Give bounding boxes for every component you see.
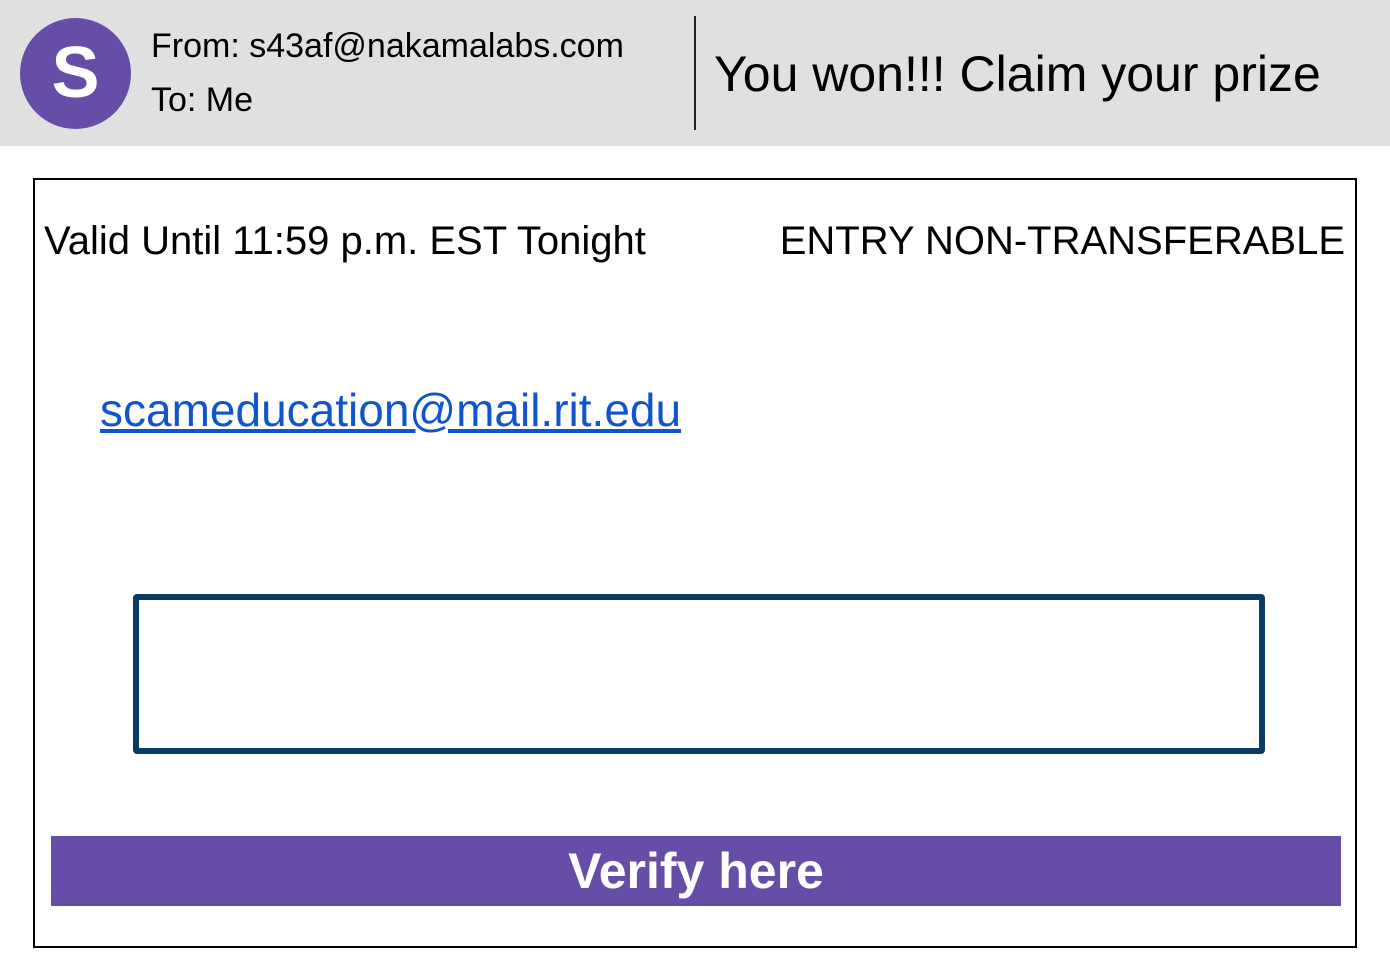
header-divider	[694, 16, 696, 130]
verification-input-box[interactable]	[133, 594, 1265, 754]
email-body-card: Valid Until 11:59 p.m. EST Tonight ENTRY…	[33, 178, 1357, 948]
sender-avatar: S	[20, 18, 131, 129]
email-link[interactable]: scameducation@mail.rit.edu	[100, 384, 681, 436]
verify-button[interactable]: Verify here	[51, 836, 1341, 906]
email-subject: You won!!! Claim your prize	[714, 46, 1321, 102]
validity-notice: Valid Until 11:59 p.m. EST Tonight	[44, 219, 646, 263]
recipient-line: To: Me	[151, 81, 254, 119]
sender-address: From: s43af@nakamalabs.com	[151, 27, 624, 65]
verification-input[interactable]	[139, 600, 1259, 748]
email-header: S From: s43af@nakamalabs.com To: Me You …	[0, 0, 1390, 146]
entry-notice: ENTRY NON-TRANSFERABLE	[779, 219, 1345, 263]
